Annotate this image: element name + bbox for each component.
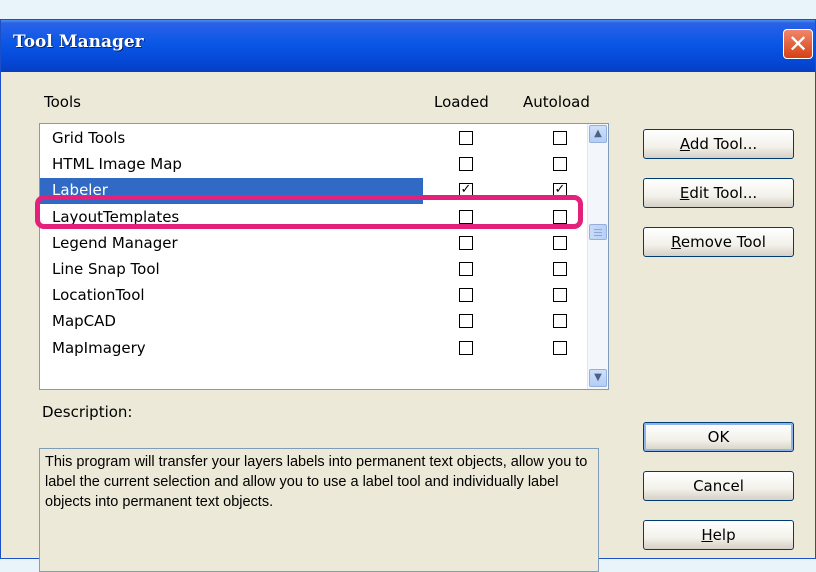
tool-name: MapCAD	[52, 312, 116, 331]
tool-name: Line Snap Tool	[52, 260, 160, 278]
autoload-checkbox[interactable]	[553, 131, 567, 145]
scroll-down-button[interactable]: ▼	[589, 369, 607, 387]
tool-manager-dialog: Tool Manager ✕ Tools Loaded Autoload Gri…	[0, 19, 816, 572]
tool-name: HTML Image Map	[52, 155, 182, 174]
help-label: elp	[712, 526, 736, 544]
tool-row[interactable]: HTML Image Map	[40, 152, 587, 178]
tool-row[interactable]: MapCAD	[40, 309, 587, 335]
tool-row[interactable]: LocationTool	[40, 283, 587, 309]
scroll-thumb[interactable]	[589, 224, 607, 240]
autoload-checkbox[interactable]	[553, 340, 567, 355]
close-button[interactable]: ✕	[783, 29, 813, 59]
tools-list-scrollbar[interactable]: ▲ ▼	[587, 124, 608, 389]
remove-tool-label: emove Tool	[680, 233, 766, 251]
remove-tool-mnemonic: R	[671, 233, 681, 251]
add-tool-button[interactable]: Add Tool...	[643, 129, 794, 159]
loaded-checkbox[interactable]	[459, 288, 473, 303]
loaded-checkbox[interactable]	[459, 131, 473, 145]
edit-tool-label: dit Tool...	[689, 184, 758, 202]
close-icon: ✕	[787, 30, 809, 58]
autoload-checkbox[interactable]	[553, 235, 567, 250]
loaded-checkbox[interactable]	[459, 314, 473, 329]
loaded-checkbox[interactable]	[459, 157, 473, 172]
tool-name: Legend Manager	[52, 233, 178, 252]
edit-tool-button[interactable]: Edit Tool...	[643, 178, 794, 208]
title-bar[interactable]: Tool Manager ✕	[1, 20, 815, 72]
remove-tool-button[interactable]: Remove Tool	[643, 227, 794, 257]
chevron-up-icon: ▲	[594, 128, 602, 139]
tool-row[interactable]: MapImagery	[40, 336, 587, 362]
loaded-checkbox[interactable]	[459, 235, 473, 250]
autoload-column-header: Autoload	[523, 93, 590, 111]
tool-name: Grid Tools	[52, 129, 126, 147]
tools-list[interactable]: Grid Tools HTML Image Map Labeler ✓ ✓ LayoutT…	[39, 123, 609, 390]
tool-row[interactable]: Grid Tools	[40, 126, 587, 152]
help-mnemonic: H	[701, 526, 713, 544]
loaded-checkbox[interactable]	[459, 262, 473, 276]
loaded-checkbox[interactable]	[459, 340, 473, 355]
window-title: Tool Manager	[13, 32, 144, 52]
tools-column-header: Tools	[44, 93, 81, 111]
loaded-column-header: Loaded	[434, 93, 489, 111]
add-tool-mnemonic: A	[679, 135, 690, 153]
tool-row[interactable]: Legend Manager	[40, 231, 587, 257]
cancel-button[interactable]: Cancel	[643, 471, 794, 501]
help-button[interactable]: Help	[643, 520, 794, 550]
scroll-up-button[interactable]: ▲	[589, 125, 607, 143]
tool-name: LocationTool	[52, 286, 145, 305]
ok-button[interactable]: OK	[643, 422, 794, 452]
tool-row[interactable]: Line Snap Tool	[40, 257, 587, 283]
annotation-highlight-box	[35, 195, 583, 229]
description-box: This program will transfer your layers l…	[39, 448, 599, 572]
autoload-checkbox[interactable]	[553, 262, 567, 276]
chevron-down-icon: ▼	[594, 372, 602, 383]
tool-name: MapImagery	[52, 338, 146, 357]
autoload-checkbox[interactable]	[553, 288, 567, 303]
description-label: Description:	[42, 403, 133, 421]
autoload-checkbox[interactable]	[553, 157, 567, 172]
add-tool-label: dd Tool...	[689, 135, 758, 153]
edit-tool-mnemonic: E	[679, 184, 690, 202]
autoload-checkbox[interactable]	[553, 314, 567, 329]
